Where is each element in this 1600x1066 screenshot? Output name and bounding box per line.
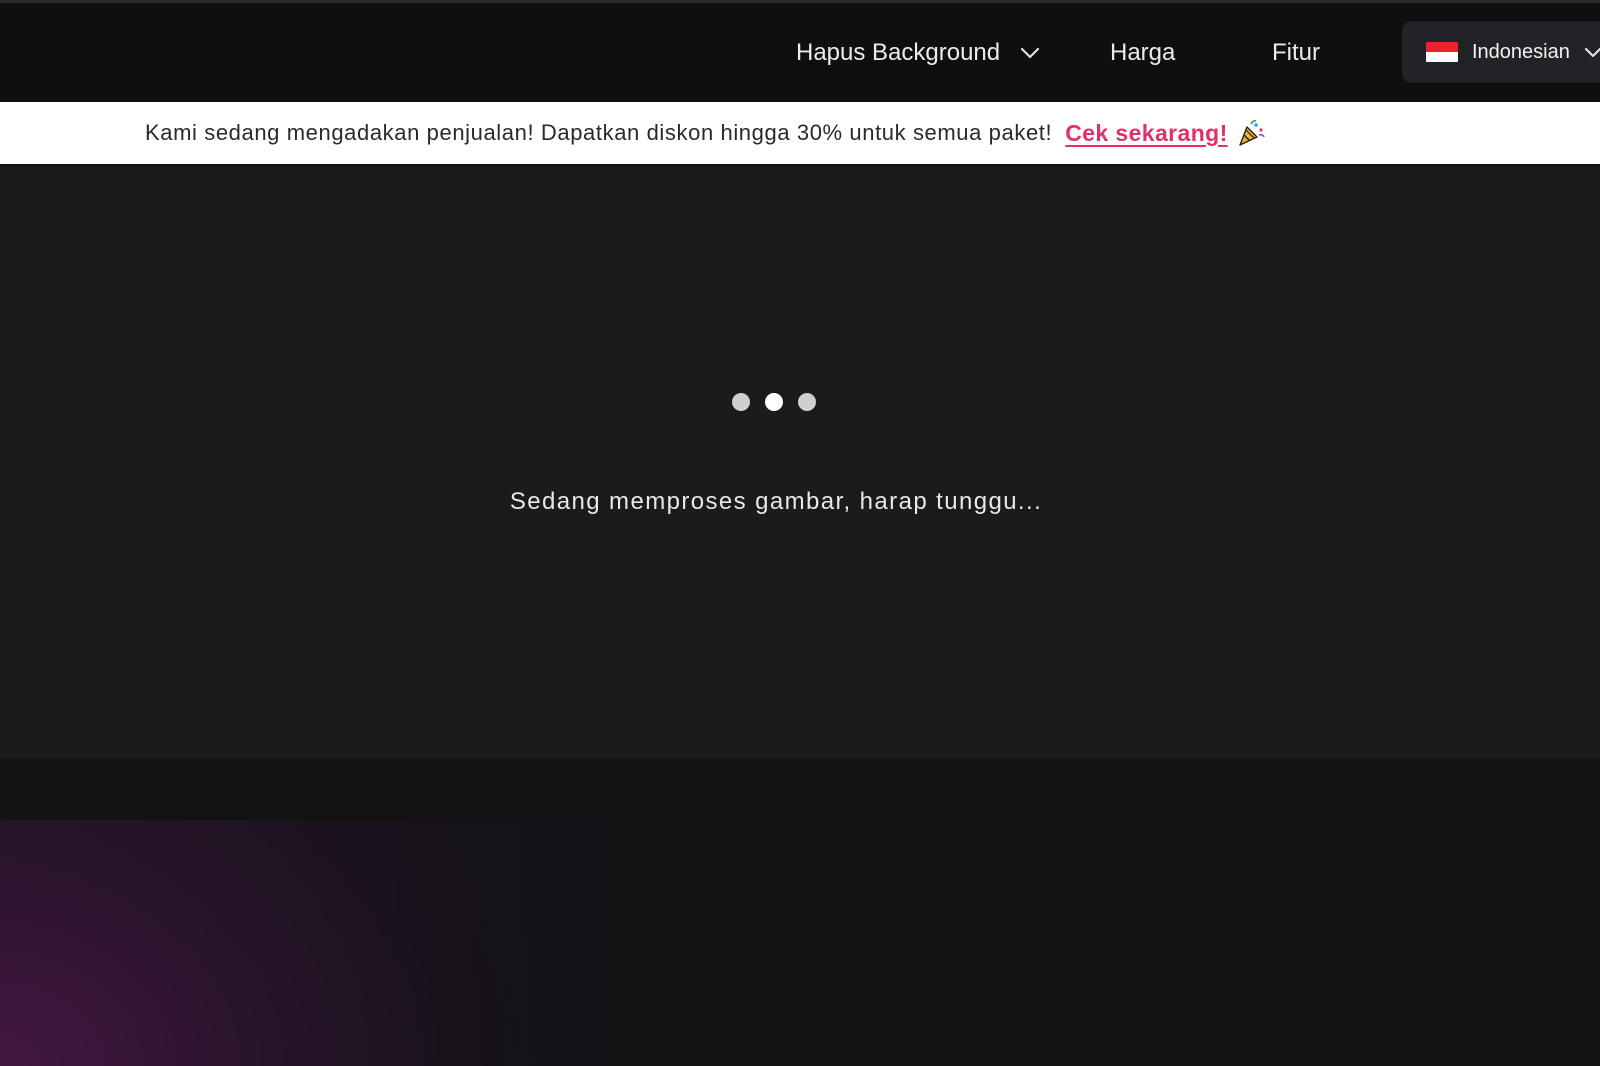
navbar: Hapus Background Harga Fitur Indonesian: [0, 3, 1600, 102]
loader-dot: [798, 393, 816, 411]
nav-item-label: Harga: [1110, 38, 1176, 66]
language-label: Indonesian: [1472, 40, 1570, 63]
hero-gradient-glow: [0, 820, 1600, 1066]
page: Hapus Background Harga Fitur Indonesian …: [0, 0, 1600, 1066]
loader-dot: [765, 393, 783, 411]
loading-dots-icon: [732, 392, 816, 412]
nav-item-hapus-background[interactable]: Hapus Background: [796, 3, 1040, 102]
indonesia-flag-icon: [1426, 42, 1458, 62]
processing-area: Sedang memproses gambar, harap tunggu...: [0, 166, 1600, 758]
promo-link[interactable]: Cek sekarang!: [1065, 120, 1227, 147]
chevron-down-icon: [1584, 47, 1600, 57]
promo-banner: Kami sedang mengadakan penjualan! Dapatk…: [0, 102, 1600, 164]
nav-item-label: Fitur: [1272, 38, 1320, 66]
bottom-section: [0, 758, 1600, 1066]
promo-text: Kami sedang mengadakan penjualan! Dapatk…: [145, 120, 1053, 145]
loader-dot: [732, 393, 750, 411]
nav-item-harga[interactable]: Harga: [1110, 3, 1175, 102]
chevron-down-icon: [1021, 47, 1040, 58]
language-selector[interactable]: Indonesian: [1402, 21, 1600, 83]
nav-item-fitur[interactable]: Fitur: [1272, 3, 1320, 102]
party-popper-icon: [1238, 120, 1265, 146]
processing-message: Sedang memproses gambar, harap tunggu...: [509, 488, 1043, 515]
nav-item-label: Hapus Background: [796, 38, 1001, 66]
